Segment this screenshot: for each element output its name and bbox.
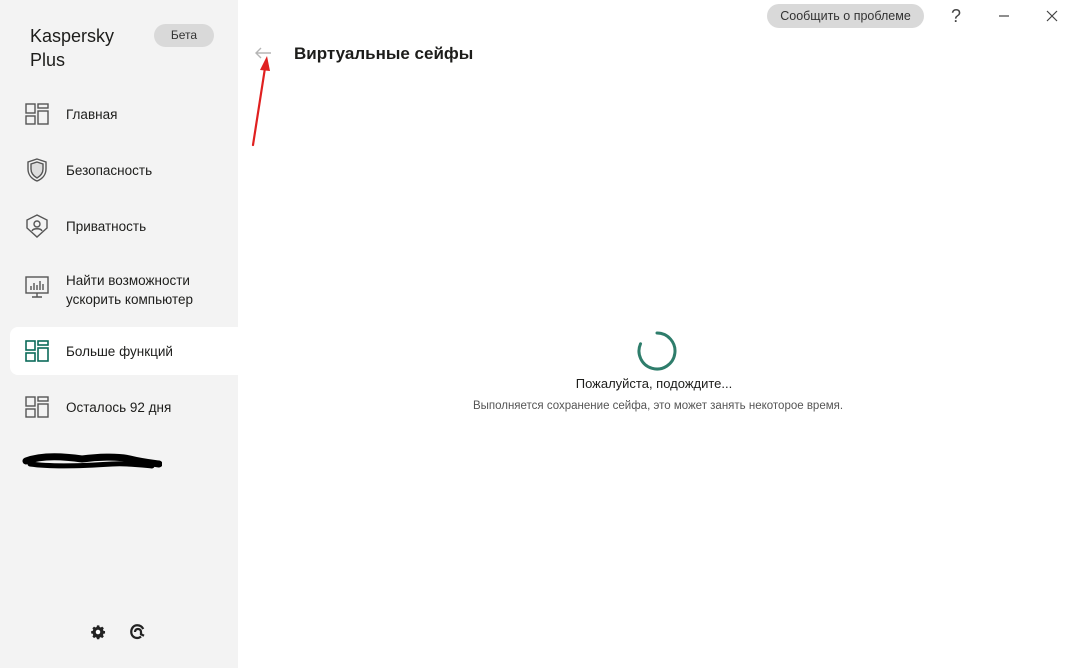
loading-message: Пожалуйста, подождите... (575, 376, 733, 391)
sidebar-item-performance[interactable]: Найти возможности ускорить компьютер (10, 266, 238, 312)
minimize-button[interactable] (991, 4, 1017, 28)
sidebar: Kaspersky Plus Бета Главная Безопасность… (0, 0, 238, 668)
brand-line-2: Plus (30, 50, 66, 70)
loading-description: Выполняется сохранение сейфа, это может … (472, 400, 844, 412)
brand-line-1: Kaspersky (30, 26, 115, 46)
beta-badge: Бета (154, 24, 214, 47)
sidebar-item-more-features[interactable]: Больше функций (10, 327, 238, 375)
label-line-2: ускорить компьютер (66, 292, 193, 307)
app-brand: Kaspersky Plus (30, 24, 114, 72)
dashboard-icon (25, 102, 49, 126)
sidebar-item-home[interactable]: Главная (10, 96, 238, 132)
redacted-scribble (22, 453, 162, 469)
close-icon (1046, 10, 1058, 22)
sidebar-item-label: Осталось 92 дня (66, 399, 172, 415)
sidebar-item-label: Приватность (66, 218, 147, 234)
loading-spinner (637, 331, 677, 371)
page-title: Виртуальные сейфы (294, 44, 474, 63)
label-line-1: Найти возможности (66, 273, 190, 288)
sidebar-item-label: Главная (66, 106, 118, 122)
support-icon[interactable] (127, 621, 149, 643)
minimize-icon (999, 15, 1009, 17)
help-icon: ? (950, 5, 961, 26)
settings-icon[interactable] (87, 621, 109, 643)
more-features-icon (25, 339, 49, 363)
sidebar-item-label: Больше функций (66, 343, 173, 359)
sidebar-item-security[interactable]: Безопасность (10, 152, 238, 188)
performance-monitor-icon (25, 275, 49, 299)
sidebar-item-license[interactable]: Осталось 92 дня (10, 389, 238, 425)
privacy-shield-icon (25, 214, 49, 238)
shield-icon (25, 158, 49, 182)
help-button[interactable]: ? (943, 4, 969, 28)
close-button[interactable] (1039, 4, 1065, 28)
sidebar-item-privacy[interactable]: Приватность (10, 208, 238, 244)
annotation-arrow (251, 56, 270, 147)
report-problem-button[interactable]: Сообщить о проблеме (767, 4, 924, 28)
sidebar-item-label: Найти возможности ускорить компьютер (66, 271, 193, 309)
sidebar-item-label: Безопасность (66, 162, 153, 178)
license-icon (25, 395, 49, 419)
app-window: Kaspersky Plus Бета Главная Безопасность… (0, 0, 1070, 668)
